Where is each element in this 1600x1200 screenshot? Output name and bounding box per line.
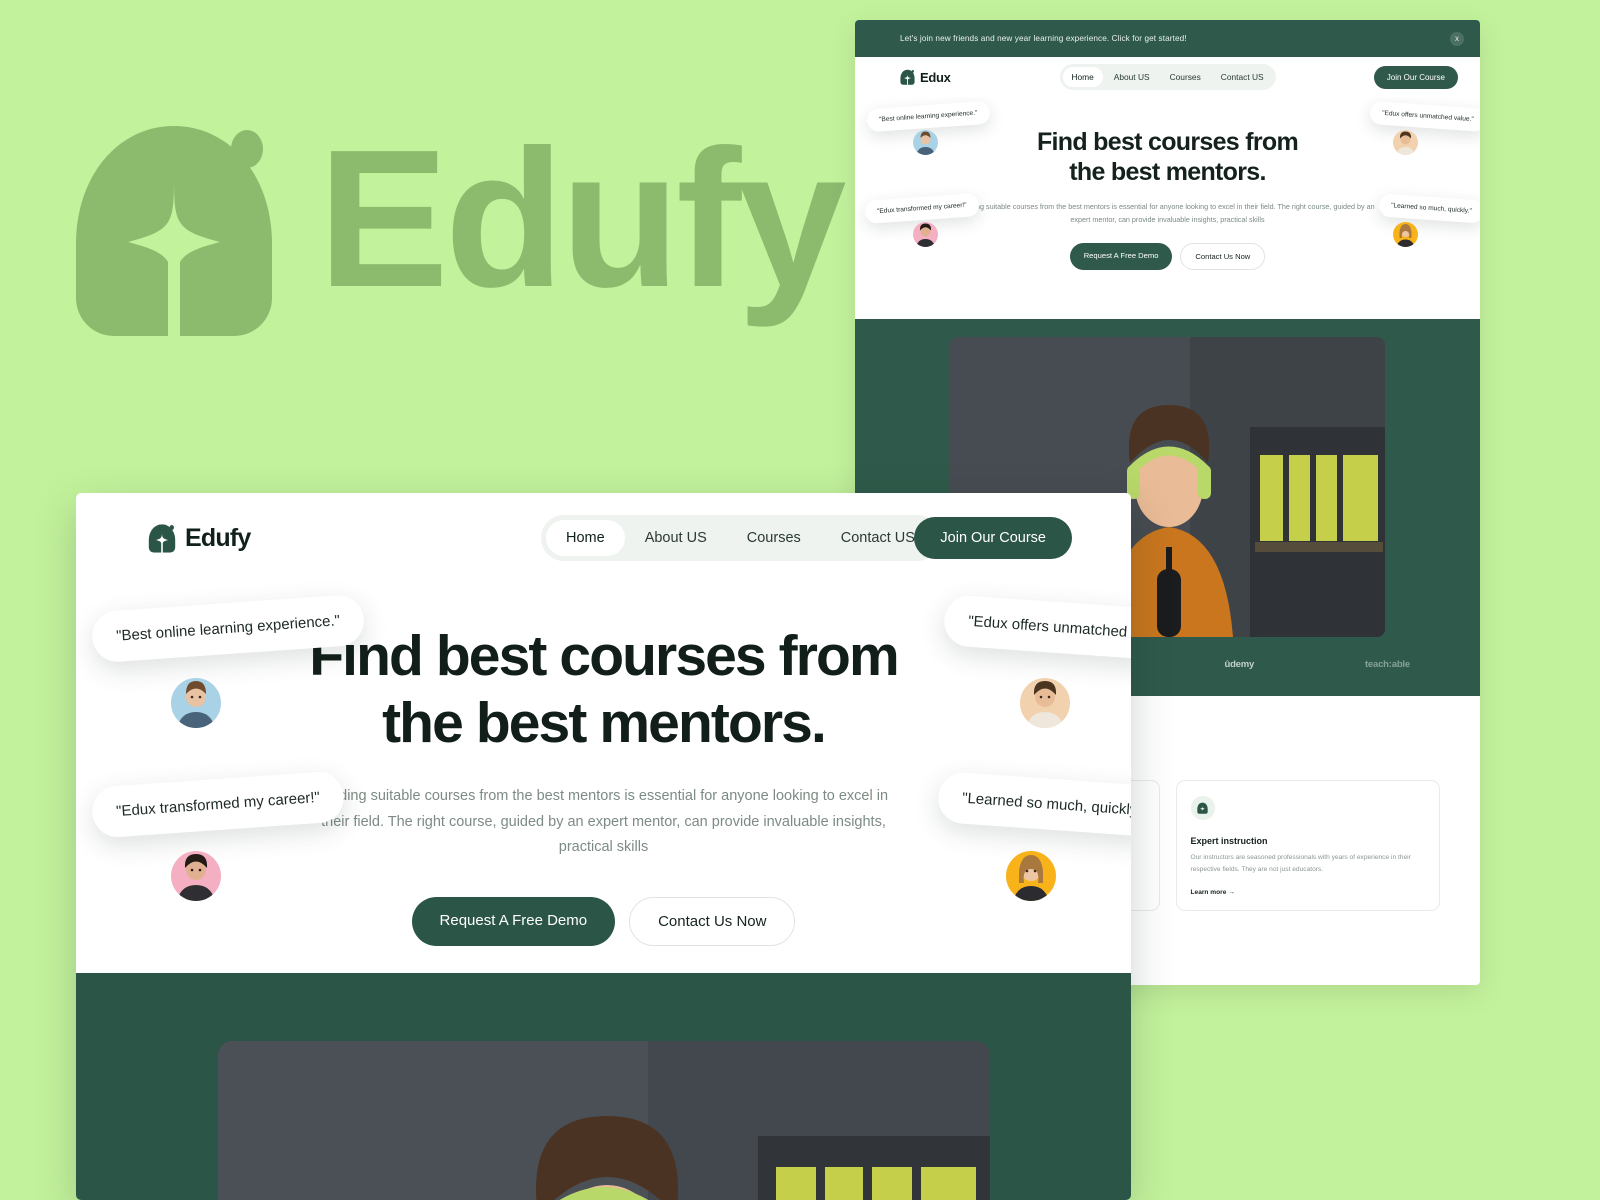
sm-testimonial-bubble-4: "Learned so much, quickly." [1378,193,1480,224]
sm-feature-card-expert-instruction[interactable]: Expert instruction Our instructors are s… [1175,780,1440,912]
sm-nav-item-courses[interactable]: Courses [1161,67,1210,87]
sm-nav-item-contact[interactable]: Contact US [1212,67,1273,87]
nav-item-home[interactable]: Home [546,520,625,556]
promo-banner: Let's join new friends and new year lear… [855,20,1480,57]
sm-avatar-4 [1393,222,1418,247]
sm-hero-ctas: Request A Free Demo Contact Us Now [855,242,1480,270]
promo-banner-text: Let's join new friends and new year lear… [900,34,1187,43]
request-free-demo-button[interactable]: Request A Free Demo [411,896,616,946]
brand-udemy: ûdemy [1224,659,1255,670]
main-logo[interactable]: Edufy [148,523,251,553]
nav-item-courses[interactable]: Courses [727,520,821,556]
testimonial-bubble-4: "Learned so much, quickly." [936,770,1131,839]
main-nav-menu: Home About US Courses Contact US [541,515,940,561]
main-navbar: Edufy Home About US Courses Contact US J… [76,493,1131,583]
heading-line-2: the best mentors. [382,690,827,755]
main-hero: Find best courses from the best mentors.… [76,583,1131,973]
sm-request-demo-button[interactable]: Request A Free Demo [1069,242,1173,270]
sm-avatar-1 [913,130,938,155]
badge-icon [1190,796,1215,820]
sm-card-body-2: Our instructors are seasoned professiona… [1190,854,1411,873]
brand-teachable: teach:able [1364,659,1410,670]
hero-subtitle: Finding suitable courses from the best m… [318,788,889,856]
main-logo-text: Edufy [185,523,251,552]
small-hero: Find best courses from the best mentors.… [855,97,1480,319]
hero-ctas: Request A Free Demo Contact Us Now [76,896,1131,946]
small-logo-text: Edux [920,69,951,85]
testimonial-avatar-3 [1020,678,1070,728]
sm-card-title-2: Expert instruction [1190,836,1268,846]
main-video-section [76,973,1131,1200]
nav-item-about[interactable]: About US [625,520,727,556]
sm-avatar-3 [1393,130,1418,155]
sm-nav-item-home[interactable]: Home [1062,67,1103,87]
testimonial-avatar-4 [1006,851,1056,901]
small-logo[interactable]: Edux [900,69,951,85]
join-our-course-button[interactable]: Join Our Course [914,517,1072,559]
brand-lockup: Edufy [70,109,846,336]
sm-hero-subtitle: Finding suitable courses from the best m… [960,202,1375,225]
arrow-right-icon: → [1228,889,1235,897]
sm-avatar-2 [913,222,938,247]
testimonial-avatar-2 [171,851,221,901]
testimonial-avatar-1 [171,678,221,728]
edufy-arch-star-logo [900,69,915,85]
edufy-arch-star-logo [70,118,278,336]
sm-card-learn-more-2[interactable]: Learn more → [1191,889,1426,896]
sm-heading-line-1: Find best courses from [1036,128,1299,156]
small-nav-menu: Home About US Courses Contact US [1059,64,1276,90]
edufy-arch-star-logo [148,524,176,553]
sm-contact-us-button[interactable]: Contact Us Now [1180,242,1266,270]
sm-join-our-course-button[interactable]: Join Our Course [1373,65,1458,89]
sm-heading-line-2: the best mentors. [1069,158,1266,186]
small-navbar: Edux Home About US Courses Contact US Jo… [855,57,1480,97]
sm-learn-more-label-2: Learn more [1190,889,1227,897]
contact-us-now-button[interactable]: Contact Us Now [629,896,796,946]
close-icon[interactable]: x [1450,31,1464,46]
brand-wordmark: Edufy [318,109,846,328]
browser-window-main: Edufy Home About US Courses Contact US J… [76,493,1131,1200]
main-video-player[interactable] [217,1041,990,1200]
sm-nav-item-about[interactable]: About US [1105,67,1159,87]
